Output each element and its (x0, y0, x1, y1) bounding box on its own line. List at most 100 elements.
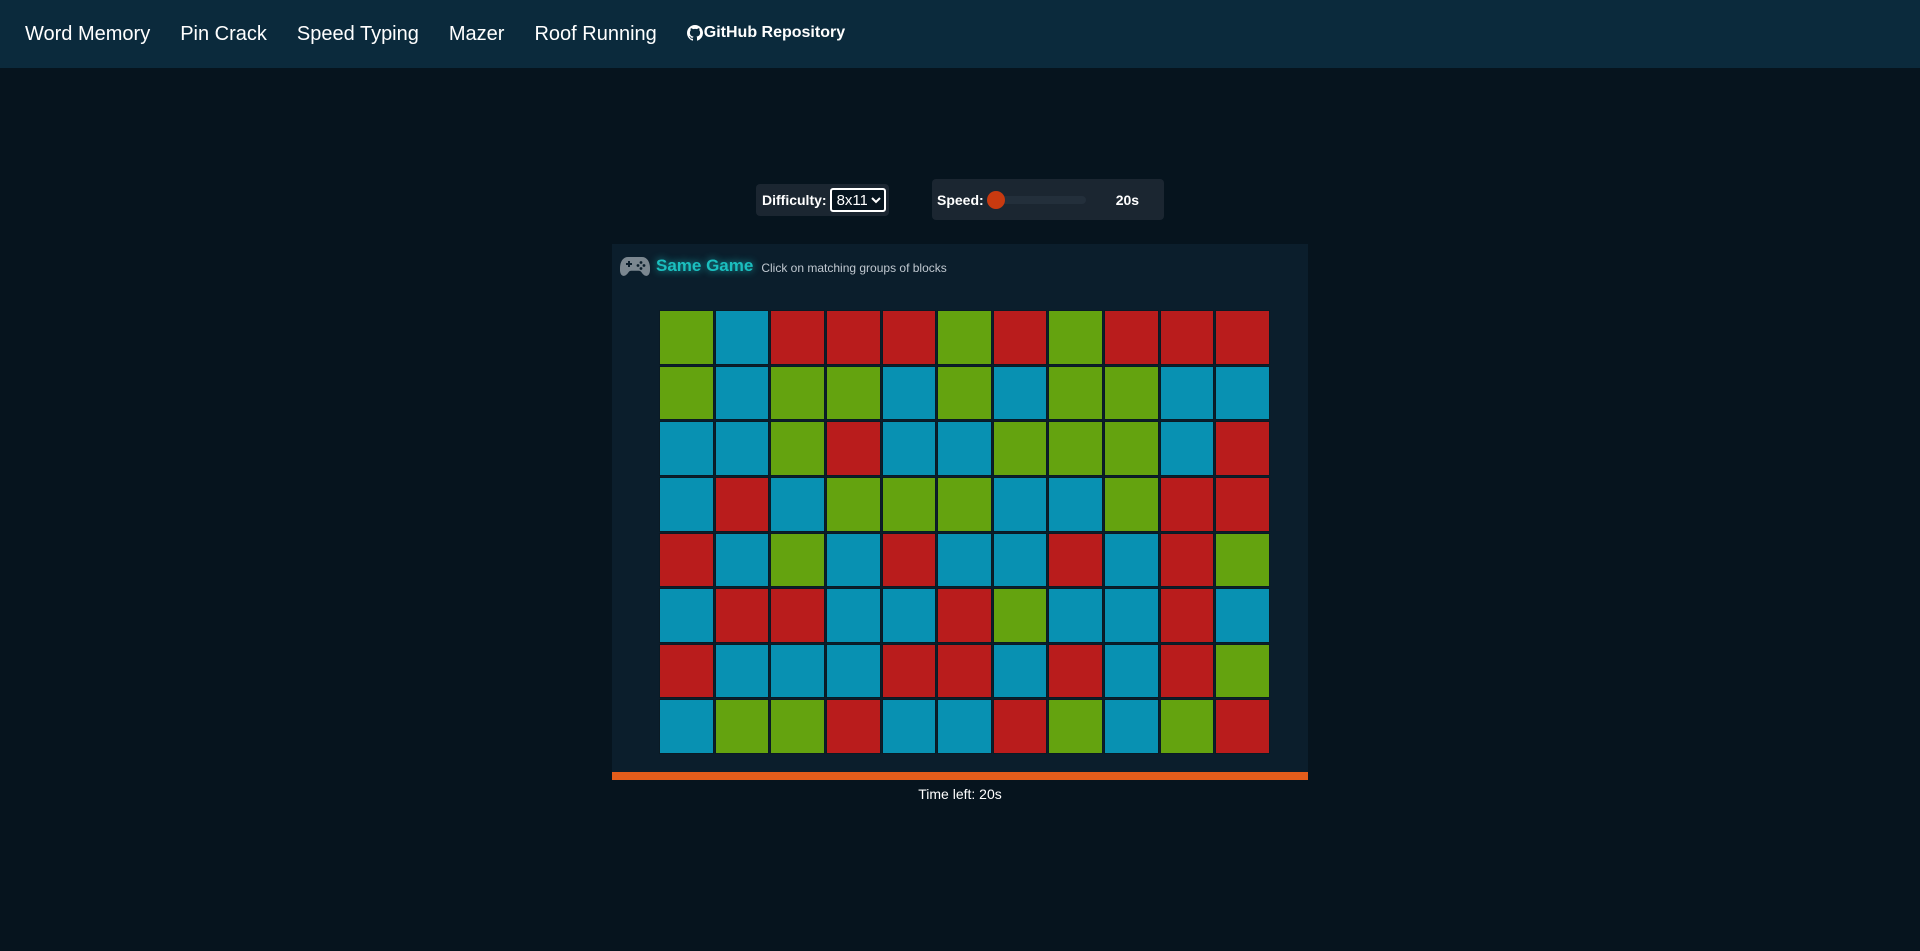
block-green[interactable] (1104, 365, 1159, 421)
block-blue[interactable] (1104, 699, 1159, 754)
block-red[interactable] (825, 421, 881, 476)
block-red[interactable] (1215, 310, 1270, 365)
nav-word-memory[interactable]: Word Memory (25, 23, 150, 46)
block-blue[interactable] (714, 310, 770, 365)
block-green[interactable] (825, 476, 881, 532)
block-red[interactable] (825, 310, 881, 365)
block-green[interactable] (881, 476, 937, 532)
block-green[interactable] (770, 532, 825, 588)
block-blue[interactable] (1048, 588, 1104, 643)
block-red[interactable] (659, 643, 714, 699)
block-blue[interactable] (825, 588, 881, 643)
nav-mazer[interactable]: Mazer (449, 23, 505, 46)
nav-speed-typing[interactable]: Speed Typing (297, 23, 419, 46)
block-blue[interactable] (881, 588, 937, 643)
block-blue[interactable] (714, 532, 770, 588)
block-blue[interactable] (937, 699, 992, 754)
block-red[interactable] (881, 310, 937, 365)
game-controls: Difficulty: 8x11 Speed: 20s (0, 179, 1920, 220)
block-red[interactable] (1159, 310, 1215, 365)
block-blue[interactable] (770, 643, 825, 699)
block-red[interactable] (937, 588, 992, 643)
difficulty-select[interactable]: 8x11 (829, 188, 886, 212)
block-red[interactable] (881, 643, 937, 699)
block-blue[interactable] (992, 476, 1048, 532)
block-red[interactable] (1048, 643, 1104, 699)
block-red[interactable] (714, 476, 770, 532)
block-red[interactable] (937, 643, 992, 699)
game-header: Same Game Click on matching groups of bl… (620, 255, 947, 277)
block-blue[interactable] (881, 421, 937, 476)
block-green[interactable] (992, 421, 1048, 476)
speed-slider[interactable] (986, 190, 1086, 209)
block-green[interactable] (937, 365, 992, 421)
block-blue[interactable] (992, 643, 1048, 699)
block-red[interactable] (770, 310, 825, 365)
block-red[interactable] (1159, 588, 1215, 643)
block-blue[interactable] (659, 421, 714, 476)
block-green[interactable] (937, 310, 992, 365)
speed-slider-thumb[interactable] (986, 190, 1005, 209)
block-blue[interactable] (992, 365, 1048, 421)
block-blue[interactable] (881, 365, 937, 421)
block-green[interactable] (659, 365, 714, 421)
block-blue[interactable] (1104, 588, 1159, 643)
block-blue[interactable] (714, 421, 770, 476)
block-red[interactable] (1215, 699, 1270, 754)
block-blue[interactable] (825, 643, 881, 699)
block-red[interactable] (992, 699, 1048, 754)
block-green[interactable] (659, 310, 714, 365)
block-blue[interactable] (1159, 421, 1215, 476)
block-green[interactable] (1048, 310, 1104, 365)
block-red[interactable] (825, 699, 881, 754)
block-red[interactable] (659, 532, 714, 588)
block-green[interactable] (714, 699, 770, 754)
block-blue[interactable] (1104, 532, 1159, 588)
block-red[interactable] (714, 588, 770, 643)
block-red[interactable] (1159, 532, 1215, 588)
difficulty-control: Difficulty: 8x11 (756, 184, 889, 216)
block-green[interactable] (1104, 476, 1159, 532)
block-blue[interactable] (881, 699, 937, 754)
block-green[interactable] (1159, 699, 1215, 754)
block-green[interactable] (1048, 699, 1104, 754)
block-green[interactable] (1048, 421, 1104, 476)
block-red[interactable] (1215, 421, 1270, 476)
block-green[interactable] (770, 421, 825, 476)
nav-roof-running[interactable]: Roof Running (534, 23, 656, 46)
nav-pin-crack[interactable]: Pin Crack (180, 23, 267, 46)
block-red[interactable] (881, 532, 937, 588)
block-red[interactable] (1159, 643, 1215, 699)
block-blue[interactable] (992, 532, 1048, 588)
block-blue[interactable] (1215, 365, 1270, 421)
block-blue[interactable] (825, 532, 881, 588)
block-blue[interactable] (1104, 643, 1159, 699)
block-green[interactable] (1215, 532, 1270, 588)
block-blue[interactable] (659, 476, 714, 532)
block-blue[interactable] (1048, 476, 1104, 532)
block-red[interactable] (1048, 532, 1104, 588)
block-blue[interactable] (714, 643, 770, 699)
block-blue[interactable] (1215, 588, 1270, 643)
github-repository-link[interactable]: GitHub Repository (686, 24, 845, 42)
block-blue[interactable] (937, 532, 992, 588)
block-red[interactable] (770, 588, 825, 643)
block-red[interactable] (1104, 310, 1159, 365)
block-red[interactable] (992, 310, 1048, 365)
block-blue[interactable] (714, 365, 770, 421)
block-green[interactable] (1048, 365, 1104, 421)
block-blue[interactable] (659, 699, 714, 754)
block-green[interactable] (1104, 421, 1159, 476)
block-green[interactable] (992, 588, 1048, 643)
block-blue[interactable] (937, 421, 992, 476)
block-red[interactable] (1215, 476, 1270, 532)
block-green[interactable] (825, 365, 881, 421)
block-green[interactable] (770, 699, 825, 754)
block-blue[interactable] (770, 476, 825, 532)
block-blue[interactable] (659, 588, 714, 643)
block-green[interactable] (770, 365, 825, 421)
block-green[interactable] (937, 476, 992, 532)
block-red[interactable] (1159, 476, 1215, 532)
block-blue[interactable] (1159, 365, 1215, 421)
block-green[interactable] (1215, 643, 1270, 699)
